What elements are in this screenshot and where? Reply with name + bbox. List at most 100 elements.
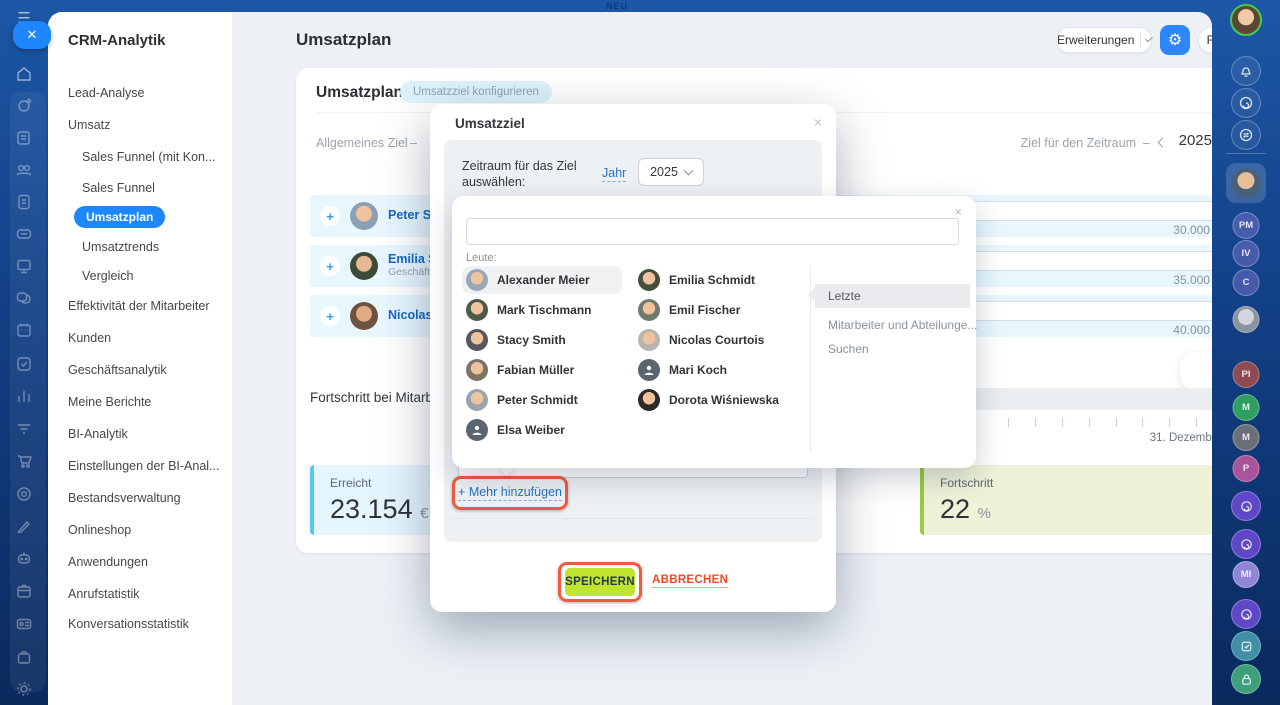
goal-amount-value: 40.000 € xyxy=(1173,323,1212,337)
sidebar-item-umsatz[interactable]: Umsatz xyxy=(68,118,110,132)
chats-icon[interactable] xyxy=(0,286,48,310)
person-item[interactable]: Stacy Smith xyxy=(462,326,622,354)
sidebar-item-lead-analyse[interactable]: Lead-Analyse xyxy=(68,86,144,100)
settings-gear-button[interactable]: ⚙ xyxy=(1160,25,1190,55)
user-initials-p[interactable]: P xyxy=(1233,455,1260,482)
bag-icon[interactable] xyxy=(0,645,48,669)
pen-icon[interactable] xyxy=(0,514,48,538)
drive-icon[interactable] xyxy=(0,222,48,246)
sidebar-item-konversationsstatistik[interactable]: Konversationsstatistik xyxy=(68,617,189,631)
bot-icon[interactable] xyxy=(0,546,48,570)
sidebar-item-effektivitaet[interactable]: Effektivität der Mitarbeiter xyxy=(68,299,210,313)
calendar-icon[interactable] xyxy=(0,318,48,342)
sidebar-item-umsatztrends[interactable]: Umsatztrends xyxy=(82,240,159,254)
sidebar-item-sales-funnel[interactable]: Sales Funnel xyxy=(82,181,155,195)
configure-goal-badge[interactable]: Umsatzziel konfigurieren xyxy=(400,81,552,103)
tab-letzte[interactable]: Letzte xyxy=(815,284,970,308)
user-initials-m-gray[interactable]: M xyxy=(1233,424,1260,451)
chevron-left-icon[interactable] xyxy=(1158,138,1168,148)
close-panel-button[interactable]: ✕ xyxy=(13,21,51,49)
sidebar-item-bestandsverwaltung[interactable]: Bestandsverwaltung xyxy=(68,491,181,505)
presentation-icon[interactable] xyxy=(0,254,48,278)
sidebar-item-kunden[interactable]: Kunden xyxy=(68,331,111,345)
cancel-button[interactable]: ABBRECHEN xyxy=(652,574,728,588)
person-item[interactable]: Elsa Weiber xyxy=(462,416,622,444)
sidebar-item-vergleich[interactable]: Vergleich xyxy=(82,269,133,283)
sidebar-item-onlineshop[interactable]: Onlineshop xyxy=(68,523,131,537)
add-more-link[interactable]: + Mehr hinzufügen xyxy=(458,485,562,501)
person-item[interactable]: Alexander Meier xyxy=(462,266,622,294)
sidebar-item-anwendungen[interactable]: Anwendungen xyxy=(68,555,148,569)
sidebar-item-bi-analytik[interactable]: BI-Analytik xyxy=(68,427,128,441)
tasks-icon[interactable] xyxy=(0,352,48,376)
general-goal-label: Allgemeines Ziel xyxy=(316,136,408,150)
user-initials-mi[interactable]: MI xyxy=(1233,561,1260,588)
profile-avatar[interactable] xyxy=(1230,4,1262,36)
add-plan-icon[interactable]: + xyxy=(320,256,340,276)
add-plan-icon[interactable]: + xyxy=(320,306,340,326)
app-spiral-icon-3[interactable] xyxy=(1231,599,1261,629)
user-initials-pm[interactable]: PM xyxy=(1233,212,1260,239)
sidebar-item-bi-einstellungen[interactable]: Einstellungen der BI-Anal... xyxy=(68,459,219,473)
modal-close-icon[interactable]: × xyxy=(814,114,822,130)
period-label: Ziel für den Zeitraum xyxy=(1021,136,1136,150)
news-icon[interactable] xyxy=(0,126,48,150)
avatar xyxy=(466,329,488,351)
popup-close-icon[interactable]: × xyxy=(954,204,962,219)
lock-icon[interactable] xyxy=(1231,664,1261,694)
person-item[interactable]: Emilia Schmidt xyxy=(634,266,794,294)
file-icon[interactable] xyxy=(0,190,48,214)
extensions-button[interactable]: Erweiterungen xyxy=(1056,27,1152,53)
person-item[interactable]: Emil Fischer xyxy=(634,296,794,324)
sidebar-item-sales-funnel-kon[interactable]: Sales Funnel (mit Kon... xyxy=(82,150,215,164)
person-item[interactable]: Peter Schmidt xyxy=(462,386,622,414)
users-icon[interactable] xyxy=(0,158,48,182)
chart-icon[interactable] xyxy=(0,384,48,408)
home-icon[interactable] xyxy=(0,62,48,86)
save-button[interactable]: SPEICHERN xyxy=(565,568,635,596)
person-item[interactable]: Nicolas Courtois xyxy=(634,326,794,354)
progress-value: 22 % xyxy=(940,494,1212,525)
period-type-link[interactable]: Jahr xyxy=(602,166,626,182)
orbit-icon[interactable] xyxy=(0,94,48,118)
settings-icon[interactable] xyxy=(0,677,48,701)
brand-spiral-icon[interactable] xyxy=(1231,88,1261,118)
year-select[interactable]: 2025 xyxy=(638,158,704,186)
tasks-check-icon[interactable] xyxy=(1231,631,1261,661)
badge-icon[interactable] xyxy=(0,612,48,636)
chevron-down-icon xyxy=(683,166,693,176)
person-item[interactable]: Fabian Müller xyxy=(462,356,622,384)
period-value: 2025 xyxy=(1179,132,1212,149)
notifications-bell-icon[interactable] xyxy=(1231,56,1261,86)
tab-mitarbeiter[interactable]: Mitarbeiter und Abteilunge... xyxy=(828,318,983,332)
box-icon[interactable] xyxy=(0,579,48,603)
avatar xyxy=(466,389,488,411)
cat-avatar[interactable] xyxy=(1233,306,1260,333)
user-avatar[interactable] xyxy=(1231,168,1261,198)
progress-stat-card: Fortschritt 22 % xyxy=(920,465,1212,535)
target-icon[interactable] xyxy=(0,482,48,506)
tab-suchen[interactable]: Suchen xyxy=(828,342,983,356)
person-item[interactable]: Mark Tischmann xyxy=(462,296,622,324)
app-spiral-icon-2[interactable] xyxy=(1231,529,1261,559)
user-initials-pi[interactable]: PI xyxy=(1233,361,1260,388)
sidebar-item-umsatzplan-active[interactable]: Umsatzplan xyxy=(74,206,165,228)
end-date-label: 31. Dezember xyxy=(1150,432,1212,444)
feedback-button[interactable]: Feedback xyxy=(1198,27,1212,53)
sidebar-item-anrufstatistik[interactable]: Anrufstatistik xyxy=(68,587,140,601)
user-initials-iv[interactable]: IV xyxy=(1233,240,1260,267)
person-item[interactable]: Mari Koch xyxy=(634,356,794,384)
cart-icon[interactable] xyxy=(0,449,48,473)
funnel-icon[interactable] xyxy=(0,417,48,441)
sidebar-item-meine-berichte[interactable]: Meine Berichte xyxy=(68,395,151,409)
person-item[interactable]: Dorota Wiśniewska xyxy=(634,386,794,414)
user-initials-m-green[interactable]: M xyxy=(1233,394,1260,421)
add-plan-icon[interactable]: + xyxy=(320,206,340,226)
user-initials-c[interactable]: C xyxy=(1233,269,1260,296)
chat-sync-icon[interactable] xyxy=(1231,120,1261,150)
people-search-input[interactable] xyxy=(466,218,959,245)
app-spiral-icon-1[interactable] xyxy=(1231,491,1261,521)
avatar xyxy=(350,202,378,230)
button-divider xyxy=(1140,33,1141,47)
sidebar-item-geschaeftsanalytik[interactable]: Geschäftsanalytik xyxy=(68,363,167,377)
